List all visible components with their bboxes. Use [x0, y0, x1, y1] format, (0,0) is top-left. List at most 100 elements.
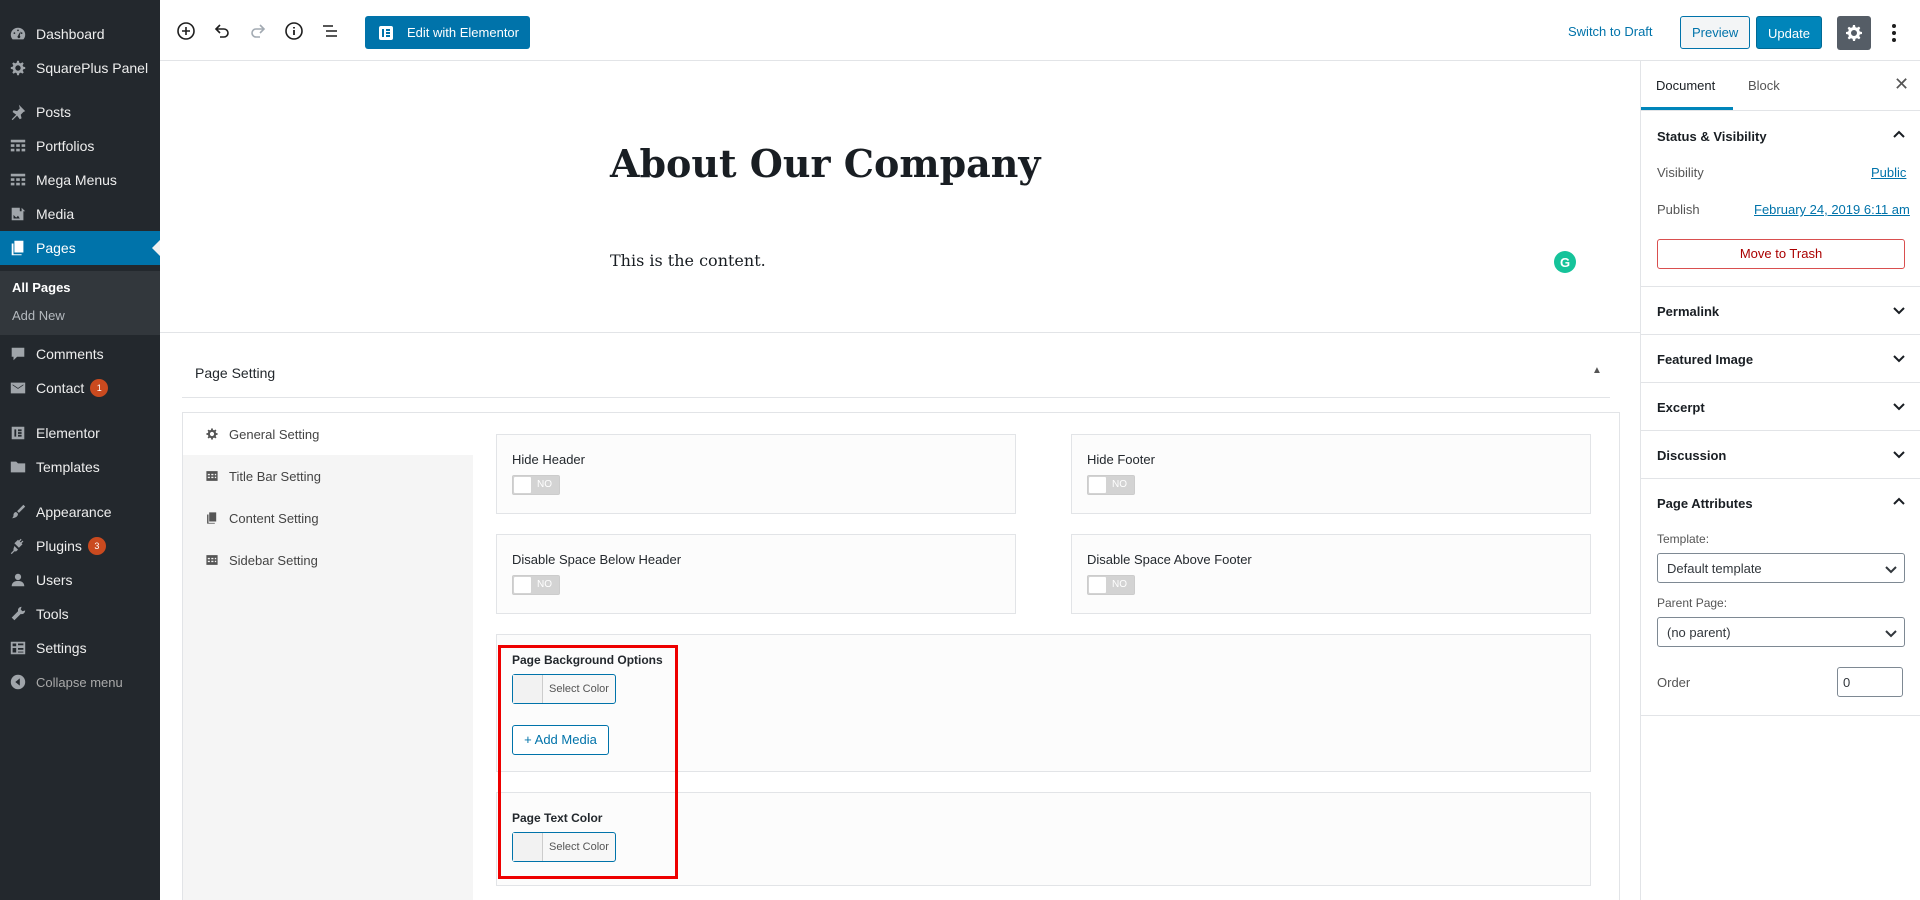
tab-label: Sidebar Setting [229, 552, 318, 568]
gear-icon [8, 58, 28, 78]
visibility-value-link[interactable]: Public [1871, 165, 1906, 180]
menu-item-portfolios[interactable]: Portfolios [0, 129, 160, 163]
move-to-trash-button[interactable]: Move to Trash [1657, 239, 1905, 269]
menu-item-settings[interactable]: Settings [0, 631, 160, 665]
chevron-up-icon [1891, 494, 1907, 510]
redo-icon[interactable] [247, 20, 269, 42]
post-content-paragraph[interactable]: This is the content. [610, 251, 766, 270]
gear-icon [205, 427, 219, 441]
preview-button[interactable]: Preview [1680, 16, 1751, 49]
add-block-icon[interactable] [175, 20, 197, 42]
publish-date-link[interactable]: February 24, 2019 6:11 am [1754, 202, 1910, 217]
tab-document[interactable]: Document [1656, 78, 1715, 93]
settings-toggle-button[interactable] [1837, 16, 1871, 50]
featured-image-section-header[interactable]: Featured Image [1641, 335, 1920, 383]
menu-label: Tools [36, 606, 69, 622]
collapse-menu-button[interactable]: Collapse menu [0, 665, 160, 699]
submenu-all-pages[interactable]: All Pages [12, 280, 71, 295]
table-icon [205, 553, 219, 567]
submenu-add-new[interactable]: Add New [12, 308, 65, 323]
gear-icon [1846, 25, 1862, 41]
collapse-icon [8, 672, 28, 692]
disable-space-below-header-toggle[interactable]: NO [512, 575, 560, 595]
add-media-button[interactable]: + Add Media [512, 725, 609, 755]
brush-icon [8, 502, 28, 522]
plug-icon [8, 536, 28, 556]
settings-sidebar: Document Block ✕ Status & Visibility Vis… [1640, 61, 1920, 900]
undo-icon[interactable] [211, 20, 233, 42]
edit-with-elementor-label: Edit with Elementor [407, 25, 519, 40]
tab-general-setting[interactable]: General Setting [183, 413, 473, 455]
menu-item-comments[interactable]: Comments [0, 337, 160, 371]
permalink-section-header[interactable]: Permalink [1641, 287, 1920, 335]
page-attributes-section-header[interactable]: Page Attributes [1641, 479, 1920, 527]
metabox-collapse-icon[interactable]: ▲ [1592, 365, 1602, 376]
menu-item-plugins[interactable]: Plugins 3 [0, 529, 160, 563]
menu-item-media[interactable]: Media [0, 197, 160, 231]
elementor-icon [8, 423, 28, 443]
menu-label: SquarePlus Panel [36, 60, 149, 76]
close-icon[interactable]: ✕ [1894, 74, 1909, 95]
menu-item-mega-menus[interactable]: Mega Menus [0, 163, 160, 197]
menu-item-appearance[interactable]: Appearance [0, 495, 160, 529]
menu-label: Appearance [36, 504, 112, 520]
discussion-section-header[interactable]: Discussion [1641, 431, 1920, 479]
disable-space-above-footer-toggle[interactable]: NO [1087, 575, 1135, 595]
menu-label: Comments [36, 346, 104, 362]
hide-header-toggle[interactable]: NO [512, 475, 560, 495]
grid-icon [8, 170, 28, 190]
hide-header-setting: Hide Header NO [496, 434, 1016, 514]
switch-to-draft-link[interactable]: Switch to Draft [1568, 24, 1653, 39]
update-button[interactable]: Update [1756, 16, 1822, 49]
divider [182, 397, 1610, 398]
tab-content-setting[interactable]: Content Setting [183, 497, 473, 539]
media-icon [8, 204, 28, 224]
menu-item-pages[interactable]: Pages [0, 231, 160, 265]
dashboard-icon [8, 24, 28, 44]
folder-icon [8, 457, 28, 477]
menu-label: Collapse menu [36, 674, 123, 690]
tab-sidebar-setting[interactable]: Sidebar Setting [183, 539, 473, 581]
more-options-button[interactable] [1884, 18, 1904, 48]
menu-label: Plugins [36, 538, 82, 554]
comment-icon [8, 344, 28, 364]
template-select[interactable]: Default template [1657, 553, 1905, 583]
background-color-picker[interactable]: Select Color [512, 674, 616, 704]
page-setting-panel: General Setting Title Bar Setting Conten… [182, 412, 1620, 900]
pages-icon [8, 238, 28, 258]
order-input[interactable] [1837, 667, 1903, 697]
excerpt-section-header[interactable]: Excerpt [1641, 383, 1920, 431]
chevron-down-icon [1891, 398, 1907, 414]
parent-page-select[interactable]: (no parent) [1657, 617, 1905, 647]
edit-with-elementor-button[interactable]: Edit with Elementor [365, 16, 530, 49]
visibility-label: Visibility [1657, 165, 1704, 180]
menu-item-tools[interactable]: Tools [0, 597, 160, 631]
disable-space-below-header-setting: Disable Space Below Header NO [496, 534, 1016, 614]
status-visibility-section-header[interactable]: Status & Visibility [1641, 112, 1920, 160]
text-color-picker[interactable]: Select Color [512, 832, 616, 862]
tab-block[interactable]: Block [1748, 78, 1780, 93]
menu-item-dashboard[interactable]: Dashboard [0, 17, 160, 51]
hide-footer-toggle[interactable]: NO [1087, 475, 1135, 495]
menu-label: Dashboard [36, 26, 105, 42]
tab-label: Title Bar Setting [229, 468, 322, 484]
page-setting-metabox: Page Setting ▲ General Setting Title Bar… [160, 332, 1640, 900]
menu-item-contact[interactable]: Contact 1 [0, 371, 160, 405]
menu-item-templates[interactable]: Templates [0, 450, 160, 484]
color-swatch [513, 833, 543, 861]
parent-page-label: Parent Page: [1657, 596, 1728, 610]
tab-title-bar-setting[interactable]: Title Bar Setting [183, 455, 473, 497]
menu-item-posts[interactable]: Posts [0, 95, 160, 129]
outline-icon[interactable] [319, 20, 341, 42]
menu-item-elementor[interactable]: Elementor [0, 416, 160, 450]
info-icon[interactable] [283, 20, 305, 42]
page-background-options-label: Page Background Options [512, 653, 663, 667]
menu-item-users[interactable]: Users [0, 563, 160, 597]
chevron-down-icon [1891, 302, 1907, 318]
menu-item-squareplus-panel[interactable]: SquarePlus Panel [0, 51, 160, 85]
post-title[interactable]: About Our Company [610, 141, 1041, 186]
contact-count-badge: 1 [90, 379, 109, 397]
divider [1641, 715, 1920, 716]
grammarly-icon[interactable]: G [1554, 251, 1576, 273]
elementor-icon [379, 25, 393, 40]
